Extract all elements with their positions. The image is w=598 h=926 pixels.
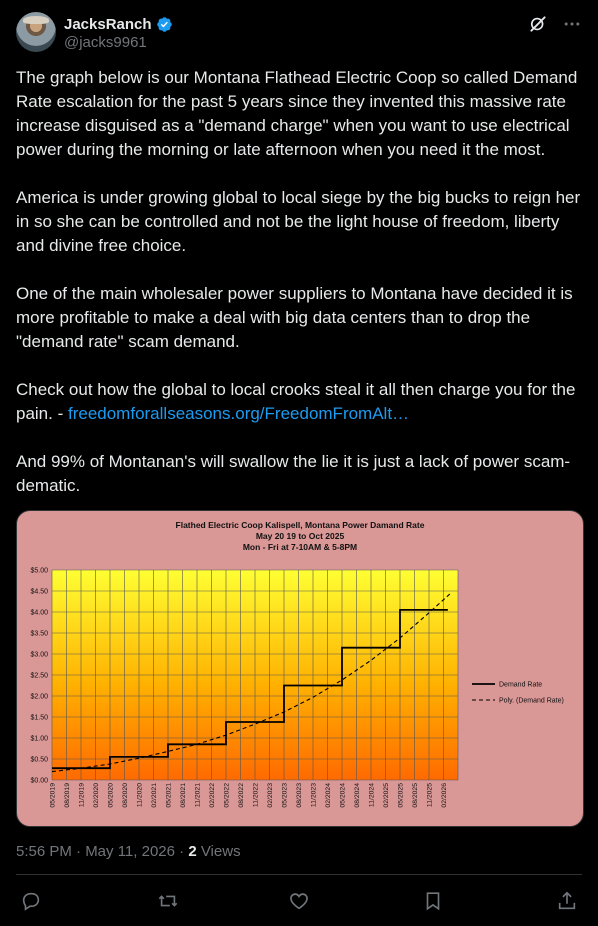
- share-button[interactable]: [556, 890, 580, 914]
- chart-title-line: Flathed Electric Coop Kalispell, Montana…: [176, 520, 425, 530]
- tweet-paragraph-4: Check out how the global to local crooks…: [16, 378, 584, 426]
- y-tick-label: $3.00: [30, 652, 48, 659]
- y-tick-label: $0.50: [30, 757, 48, 764]
- tweet-paragraph-3: One of the main wholesaler power supplie…: [16, 284, 573, 351]
- tweet-header: JacksRanch @jacks9961: [16, 12, 582, 56]
- tweet-meta: 5:56 PM · May 11, 2026 · 2 Views: [16, 843, 241, 860]
- y-tick-label: $0.00: [30, 778, 48, 785]
- y-tick-label: $1.50: [30, 715, 48, 722]
- tweet-image[interactable]: Flathed Electric Coop Kalispell, Montana…: [16, 510, 584, 827]
- x-tick-label: 11/2020: [137, 783, 144, 807]
- x-tick-label: 11/2025: [427, 783, 434, 807]
- avatar[interactable]: [16, 12, 56, 52]
- repost-icon: [158, 895, 178, 907]
- x-tick-label: 02/2022: [209, 783, 216, 808]
- x-tick-label: 05/2020: [108, 783, 115, 808]
- y-tick-label: $4.50: [30, 589, 48, 596]
- x-tick-label: 02/2021: [151, 783, 158, 808]
- x-tick-label: 08/2024: [354, 783, 361, 808]
- y-tick-label: $3.50: [30, 631, 48, 638]
- action-bar: [16, 890, 582, 914]
- display-name[interactable]: JacksRanch: [64, 16, 152, 33]
- x-tick-label: 05/2025: [398, 783, 405, 808]
- like-icon: [290, 893, 308, 910]
- reply-icon: [22, 892, 40, 911]
- bookmark-icon: [426, 892, 440, 911]
- x-tick-label: 11/2023: [311, 783, 318, 807]
- y-tick-label: $2.00: [30, 694, 48, 701]
- x-tick-label: 08/2019: [64, 783, 71, 808]
- x-tick-label: 08/2025: [412, 783, 419, 808]
- x-tick-label: 05/2022: [224, 783, 231, 808]
- repost-button[interactable]: [157, 890, 181, 914]
- grok-icon[interactable]: [528, 14, 548, 34]
- timestamp[interactable]: 5:56 PM · May 11, 2026 ·: [16, 843, 188, 860]
- reply-button[interactable]: [20, 890, 44, 914]
- x-tick-label: 11/2024: [369, 783, 376, 807]
- handle[interactable]: @jacks9961: [64, 34, 147, 51]
- legend-label: Poly. (Demand Rate): [499, 698, 564, 705]
- tweet-text: The graph below is our Montana Flathead …: [16, 66, 584, 522]
- name-row: JacksRanch: [64, 14, 173, 34]
- tweet-paragraph-1: The graph below is our Montana Flathead …: [16, 68, 578, 159]
- x-tick-label: 02/2023: [267, 783, 274, 808]
- chart-title-line: May 20 19 to Oct 2025: [256, 531, 345, 541]
- demand-rate-chart: Flathed Electric Coop Kalispell, Montana…: [30, 520, 564, 808]
- y-tick-label: $4.00: [30, 610, 48, 617]
- x-tick-label: 11/2022: [253, 783, 260, 807]
- x-tick-label: 05/2023: [282, 783, 289, 808]
- tweet-paragraph-5: And 99% of Montanan's will swallow the l…: [16, 452, 571, 495]
- x-tick-label: 05/2021: [166, 783, 173, 808]
- y-tick-label: $1.00: [30, 736, 48, 743]
- x-tick-label: 02/2020: [93, 783, 100, 808]
- like-button[interactable]: [288, 890, 312, 914]
- x-tick-label: 02/2025: [383, 783, 390, 808]
- verified-badge-icon: [156, 16, 172, 32]
- y-tick-label: $5.00: [30, 568, 48, 575]
- views-label: Views: [196, 843, 241, 860]
- views-count: 2: [188, 843, 197, 860]
- x-tick-label: 08/2021: [180, 783, 187, 808]
- x-tick-label: 11/2021: [195, 783, 202, 807]
- chart-title-line: Mon - Fri at 7-10AM & 5-8PM: [243, 542, 357, 552]
- x-tick-label: 08/2022: [238, 783, 245, 808]
- more-icon[interactable]: [562, 14, 582, 34]
- tweet-paragraph-2: America is under growing global to local…: [16, 188, 581, 255]
- x-tick-label: 08/2023: [296, 783, 303, 808]
- legend-label: Demand Rate: [499, 682, 542, 689]
- x-tick-label: 05/2019: [50, 783, 57, 808]
- x-tick-label: 05/2024: [340, 783, 347, 808]
- tweet-link[interactable]: freedomforallseasons.org/FreedomFromAlt…: [68, 404, 409, 423]
- y-tick-label: $2.50: [30, 673, 48, 680]
- divider: [16, 874, 582, 875]
- x-tick-label: 02/2026: [441, 783, 448, 808]
- x-tick-label: 02/2024: [325, 783, 332, 808]
- x-tick-label: 11/2019: [79, 783, 86, 807]
- share-icon: [558, 891, 576, 910]
- x-tick-label: 08/2020: [122, 783, 129, 808]
- bookmark-button[interactable]: [422, 890, 446, 914]
